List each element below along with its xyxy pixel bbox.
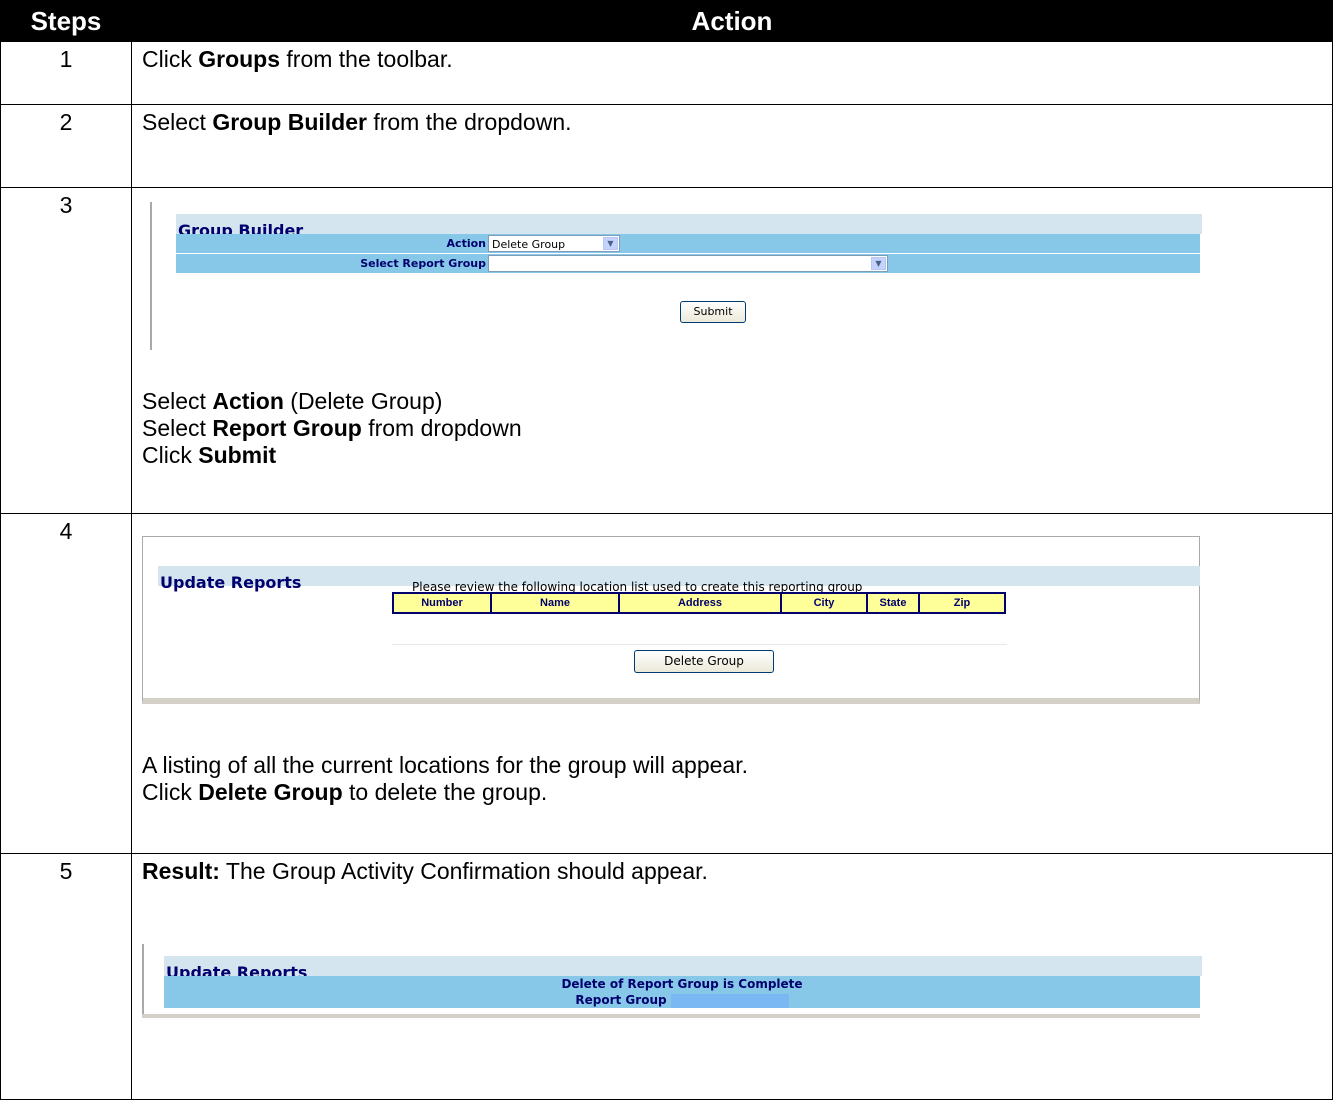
panel-frame	[142, 536, 1200, 704]
step-text: from the dropdown.	[366, 109, 572, 135]
step-action: Group Builder Action Delete Group ▼ Selec…	[131, 187, 1333, 514]
step-action: Select Group Builder from the dropdown.	[131, 104, 1333, 188]
step-text: Click	[142, 779, 199, 805]
step-number: 2	[0, 104, 132, 188]
panel-title: Update Reports	[160, 573, 302, 592]
step-text: Select	[142, 388, 213, 414]
result-label: Result:	[142, 858, 220, 884]
action-label: Action	[446, 237, 486, 250]
location-table-header: Number Name Address City State Zip	[392, 592, 1006, 614]
step-number: 3	[0, 187, 132, 514]
column-header: State	[866, 592, 920, 614]
step-keyword: Submit	[198, 442, 277, 468]
column-header: Name	[490, 592, 620, 614]
step-text: Select	[142, 109, 213, 135]
confirmation-panel: Update Reports Delete of Report Group is…	[142, 944, 1202, 1034]
report-group-select[interactable]: ▼	[488, 255, 888, 272]
chevron-down-icon[interactable]: ▼	[603, 237, 618, 250]
step-text: Click	[142, 46, 199, 72]
step-keyword: Group Builder	[212, 109, 367, 135]
report-group-label: Report Group	[575, 993, 667, 1007]
group-builder-panel: Group Builder Action Delete Group ▼ Selec…	[150, 202, 1202, 362]
step-text: Select	[142, 415, 213, 441]
column-header: Address	[618, 592, 782, 614]
instruction-line: Select Report Group from dropdown	[142, 415, 522, 442]
step-keyword: Action	[212, 388, 284, 414]
step-row-1: 1 Click Groups from the toolbar.	[0, 41, 1333, 105]
step-text: from dropdown	[361, 415, 522, 441]
step-text: (Delete Group)	[283, 388, 443, 414]
action-select-value: Delete Group	[492, 238, 566, 251]
delete-group-button[interactable]: Delete Group	[634, 650, 774, 673]
report-group-label: Select Report Group	[360, 257, 486, 270]
divider	[392, 644, 1007, 645]
report-group-value	[670, 993, 789, 1008]
action-select[interactable]: Delete Group ▼	[488, 235, 620, 252]
step-text: to delete the group.	[342, 779, 548, 805]
result-line: Result: The Group Activity Confirmation …	[142, 856, 1332, 886]
location-table: Number Name Address City State Zip	[392, 592, 1006, 614]
step-text: Click	[142, 442, 199, 468]
step-row-2: 2 Select Group Builder from the dropdown…	[0, 104, 1333, 188]
instruction-line: Select Action (Delete Group)	[142, 388, 522, 415]
panel-border	[142, 944, 144, 1014]
step-text: from the toolbar.	[280, 46, 453, 72]
step-row-4: 4 Update Reports Please review the follo…	[0, 513, 1333, 854]
action-row: Action Delete Group ▼	[176, 234, 1200, 253]
column-header: Zip	[918, 592, 1006, 614]
panel-border	[142, 1014, 1200, 1018]
action-header: Action	[131, 0, 1333, 42]
step-text: The Group Activity Confirmation should a…	[219, 858, 708, 884]
panel-border	[150, 202, 152, 350]
update-reports-panel: Update Reports Please review the followi…	[142, 536, 1202, 706]
step-action: Result: The Group Activity Confirmation …	[131, 853, 1333, 1100]
submit-button[interactable]: Submit	[680, 301, 746, 323]
step-action: Update Reports Please review the followi…	[131, 513, 1333, 854]
report-group-row: Select Report Group ▼	[176, 254, 1200, 273]
steps-header: Steps	[0, 0, 132, 42]
panel-title-bar: Group Builder	[176, 214, 1202, 240]
instruction-line: Click Submit	[142, 442, 522, 469]
panel-title-bar: Update Reports	[164, 956, 1202, 982]
step-keyword: Report Group	[212, 415, 362, 441]
steps-table: Steps Action 1 Click Groups from the too…	[0, 0, 1333, 1100]
step-number: 5	[0, 853, 132, 1100]
column-header: City	[780, 592, 868, 614]
instruction-line: Click Delete Group to delete the group.	[142, 779, 748, 806]
chevron-down-icon[interactable]: ▼	[871, 257, 886, 270]
step-instructions: A listing of all the current locations f…	[142, 752, 748, 806]
report-group-row: Report Group	[164, 992, 1200, 1008]
step-instructions: Select Action (Delete Group) Select Repo…	[142, 388, 522, 469]
confirmation-message: Delete of Report Group is Complete	[164, 976, 1200, 992]
step-number: 1	[0, 41, 132, 105]
header-row: Steps Action	[0, 0, 1333, 42]
column-header: Number	[392, 592, 492, 614]
step-keyword: Delete Group	[198, 779, 343, 805]
step-row-3: 3 Group Builder Action Delete Group ▼ Sel…	[0, 187, 1333, 514]
step-action: Click Groups from the toolbar.	[131, 41, 1333, 105]
instruction-line: A listing of all the current locations f…	[142, 752, 749, 778]
step-row-5: 5 Result: The Group Activity Confirmatio…	[0, 853, 1333, 1100]
step-number: 4	[0, 513, 132, 854]
step-keyword: Groups	[198, 46, 281, 72]
